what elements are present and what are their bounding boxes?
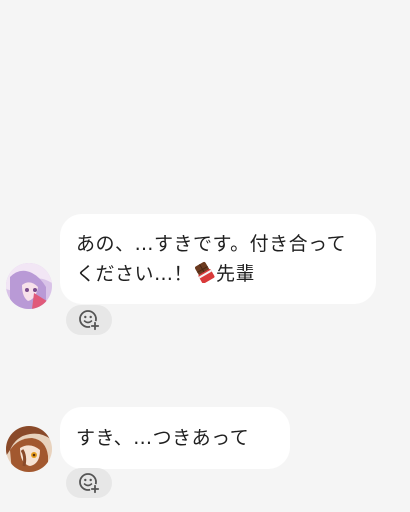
- message-bubble[interactable]: あの、…すきです。付き合って ください…！ 先輩: [60, 214, 376, 304]
- message-text-line: すき、…つきあって: [76, 427, 250, 449]
- avatar[interactable]: [6, 263, 52, 309]
- chat-thread: あの、…すきです。付き合って ください…！ 先輩 すき、…つきあって: [0, 0, 410, 512]
- chocolate-bar-emoji: [193, 261, 215, 292]
- avatar[interactable]: [6, 426, 52, 472]
- message-text-line: ください…！ 先輩: [76, 259, 360, 292]
- message-bubble[interactable]: すき、…つきあって: [60, 407, 290, 469]
- add-reaction-icon: [79, 473, 100, 494]
- add-reaction-icon: [79, 310, 100, 331]
- add-reaction-button[interactable]: [66, 305, 112, 335]
- add-reaction-button[interactable]: [66, 468, 112, 498]
- message-text-line: あの、…すきです。付き合って: [76, 233, 347, 255]
